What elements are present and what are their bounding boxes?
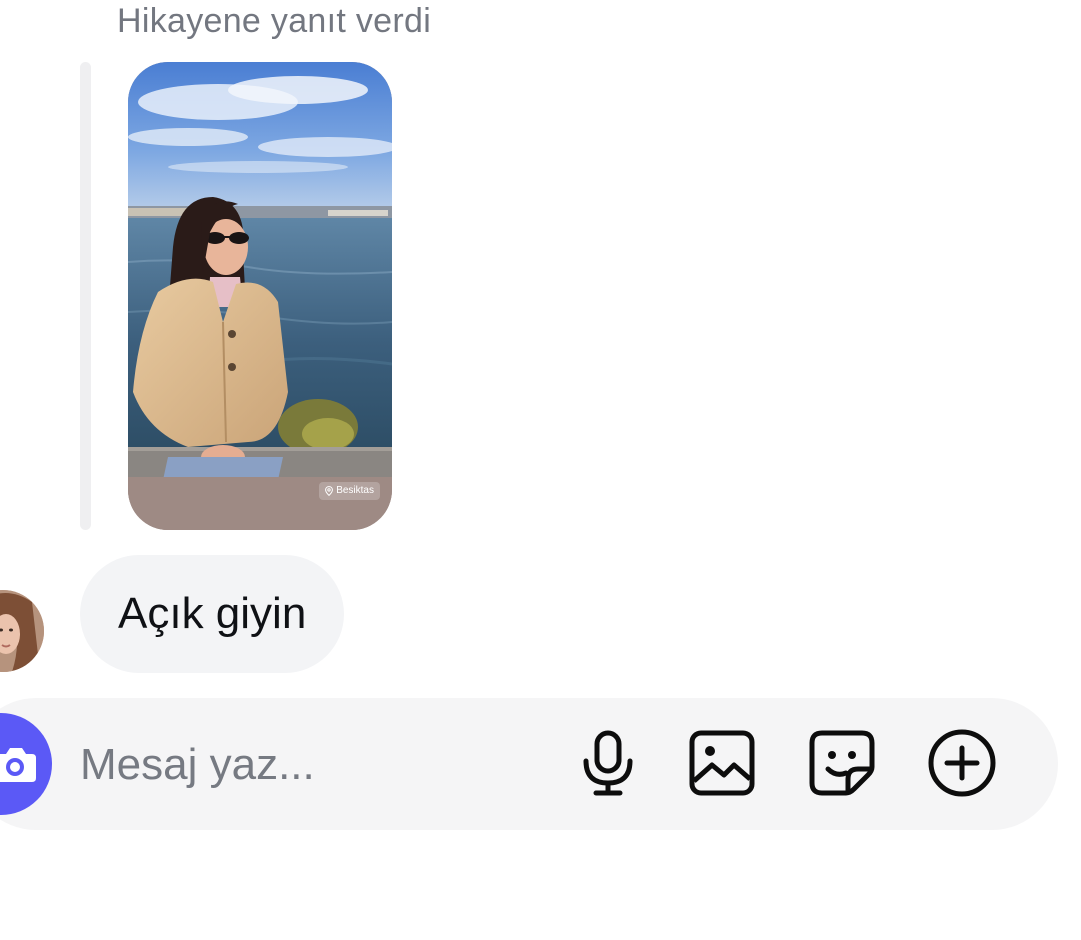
user-avatar[interactable]	[0, 590, 44, 672]
story-location-tag: Besiktas	[319, 482, 380, 500]
microphone-icon	[580, 729, 636, 802]
location-pin-icon	[325, 486, 334, 496]
more-options-button[interactable]	[924, 727, 1000, 803]
gallery-button[interactable]	[684, 727, 760, 803]
camera-icon	[0, 744, 38, 784]
reply-quote-bar	[80, 62, 91, 530]
plus-circle-icon	[927, 728, 997, 803]
story-reply-caption: Hikayene yanıt verdi	[117, 2, 432, 40]
story-location-label: Besiktas	[336, 485, 374, 496]
voice-message-button[interactable]	[570, 727, 646, 803]
sticker-icon	[808, 729, 876, 802]
story-preview[interactable]: Besiktas	[128, 62, 392, 530]
story-photo	[128, 62, 392, 530]
chat-thread: Hikayene yanıt verdi Besiktas Açık giyin…	[0, 0, 1081, 940]
message-input[interactable]	[80, 725, 540, 805]
gallery-icon	[688, 729, 756, 802]
message-text: Açık giyin	[118, 589, 307, 638]
message-bubble[interactable]: Açık giyin	[80, 555, 345, 673]
sticker-button[interactable]	[804, 727, 880, 803]
